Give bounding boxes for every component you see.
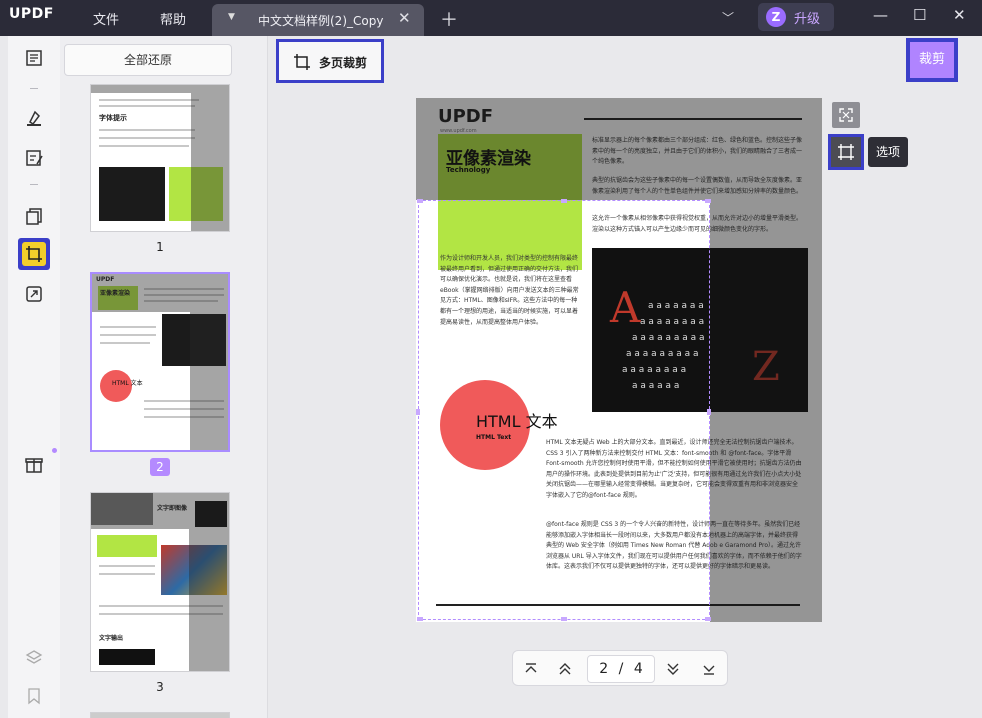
organize-pages-icon[interactable] <box>22 204 46 228</box>
options-tooltip: 选项 <box>868 137 908 167</box>
crop-button-label: 裁剪 <box>910 42 954 78</box>
crop-tool-icon[interactable] <box>18 238 50 270</box>
thumb3-black-bar <box>99 649 155 665</box>
page-thumbnail-2[interactable]: UPDF 亚像素渲染 HTML 文本 <box>90 272 230 452</box>
page-preview: UPDF www.updf.com 亚像素渲染 Technology 标准显示器… <box>416 98 822 622</box>
crop-frame[interactable] <box>416 199 711 621</box>
crop-shade-top <box>416 98 822 200</box>
page-thumbnail-3[interactable]: 文字即图像 文字输出 <box>90 492 230 672</box>
page-number-2: 2 <box>156 460 164 474</box>
thumb1-image <box>99 167 165 221</box>
title-bar: UPDF 文件 帮助 ▼ 中文文档样例(2)_Copy ✕ ＋ ﹀ Z 升级 —… <box>0 0 982 36</box>
tab-title: 中文文档样例(2)_Copy <box>258 14 384 28</box>
total-pages: 4 <box>633 661 643 677</box>
updf-logo: UPDF <box>9 6 54 22</box>
thumb1-heading: 字体提示 <box>99 114 127 122</box>
page-navigator: 2 / 4 <box>512 650 728 686</box>
gift-icon[interactable] <box>22 452 46 476</box>
convert-icon[interactable] <box>22 282 46 306</box>
page-separator: / <box>618 661 624 677</box>
reader-icon[interactable] <box>22 46 46 70</box>
crop-handle-right[interactable] <box>707 409 711 415</box>
crop-options-icon <box>838 144 854 160</box>
layers-icon[interactable] <box>22 646 46 670</box>
thumb2-html-title: HTML 文本 <box>112 380 143 387</box>
crop-options-button[interactable] <box>828 134 864 170</box>
multi-page-crop-label: 多页裁剪 <box>319 56 368 70</box>
tool-rail <box>8 36 60 718</box>
minimize-icon[interactable]: — <box>873 6 888 24</box>
crop-handle-top-right[interactable] <box>705 199 711 203</box>
restore-all-button[interactable]: 全部还原 <box>64 44 232 76</box>
current-page: 2 <box>599 661 609 677</box>
page-number-input[interactable]: 2 / 4 <box>587 655 655 683</box>
chevron-down-icon[interactable]: ﹀ <box>722 9 734 26</box>
upgrade-label: 升级 <box>794 12 821 27</box>
last-page-icon[interactable] <box>699 659 719 679</box>
document-tab[interactable]: ▼ 中文文档样例(2)_Copy ✕ <box>212 4 424 36</box>
page-number-1: 1 <box>156 240 164 254</box>
crop-handle-bottom-left[interactable] <box>417 617 423 621</box>
tab-dropdown-icon[interactable]: ▼ <box>228 12 235 22</box>
crop-handle-bottom-right[interactable] <box>705 617 711 621</box>
comment-icon[interactable] <box>22 106 46 130</box>
crop-handle-left[interactable] <box>416 409 420 415</box>
maximize-icon[interactable]: ☐ <box>913 6 926 24</box>
crop-handle-bottom[interactable] <box>561 617 567 621</box>
rail-divider <box>30 88 38 89</box>
crop-shade-right <box>710 200 822 622</box>
page-thumbnail-1[interactable]: 字体提示 <box>90 84 230 232</box>
crop-handle-top[interactable] <box>561 199 567 203</box>
first-page-icon[interactable] <box>521 659 541 679</box>
thumb3-green-block <box>97 535 157 557</box>
fit-page-icon[interactable] <box>832 102 860 128</box>
new-tab-icon[interactable]: ＋ <box>440 6 458 32</box>
multi-page-crop-button[interactable]: 多页裁剪 <box>276 39 384 83</box>
crop-workspace: 多页裁剪 裁剪 UPDF www.updf.com 亚像素渲染 Technolo… <box>268 36 982 718</box>
menu-help[interactable]: 帮助 <box>160 9 186 28</box>
crop-handle-top-left[interactable] <box>417 199 423 203</box>
crop-icon <box>294 54 310 70</box>
menu-file[interactable]: 文件 <box>93 9 119 28</box>
thumbnail-panel: 全部还原 字体提示 1 UPDF 亚像素渲染 HTML 文本 2 文字即图像 文… <box>60 36 268 718</box>
avatar: Z <box>766 7 786 27</box>
page-number-2-badge: 2 <box>150 458 170 476</box>
notification-dot <box>52 448 57 453</box>
close-icon[interactable]: ✕ <box>953 6 966 24</box>
tab-close-icon[interactable]: ✕ <box>398 9 411 27</box>
edit-icon[interactable] <box>22 146 46 170</box>
next-page-icon[interactable] <box>663 659 683 679</box>
rail-divider <box>30 184 38 185</box>
page-thumbnail-4[interactable] <box>90 712 230 718</box>
thumb3-bottom: 文字输出 <box>99 635 124 642</box>
upgrade-button[interactable]: Z 升级 <box>758 3 834 31</box>
page-number-3: 3 <box>156 680 164 694</box>
bookmark-icon[interactable] <box>22 684 46 708</box>
previous-page-icon[interactable] <box>555 659 575 679</box>
crop-button[interactable]: 裁剪 <box>906 38 958 82</box>
